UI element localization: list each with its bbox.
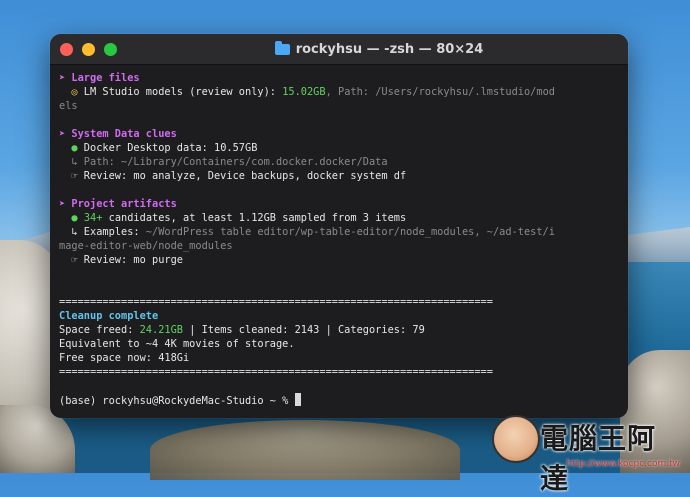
watermark-mascot-icon (492, 415, 540, 463)
terminal-line: ➤ Large files (59, 71, 628, 85)
terminal-text: ➤ Project artifacts (59, 198, 177, 210)
terminal-text: 34+ (83, 212, 103, 224)
terminal-text: Cleanup complete (59, 310, 159, 322)
window-controls (60, 43, 117, 56)
terminal-line: ========================================… (59, 365, 628, 379)
minimize-button[interactable] (82, 43, 95, 56)
watermark: 電腦王阿達 http://www.kocpc.com.tw (492, 409, 682, 495)
terminal-text: ~/WordPress table editor/wp-table-editor… (145, 226, 555, 238)
folder-icon (274, 40, 290, 55)
terminal-line: Equivalent to ~4 4K movies of storage. (59, 337, 628, 351)
close-button[interactable] (60, 43, 73, 56)
terminal-line: ☞ Review: mo analyze, Device backups, do… (59, 169, 628, 183)
terminal-text: ========================================… (59, 366, 493, 378)
terminal-output[interactable]: ➤ Large files ◎ LM Studio models (review… (50, 65, 628, 407)
terminal-line: ● Docker Desktop data: 10.57GB (59, 141, 628, 155)
terminal-text: 24.21GB (139, 324, 183, 336)
terminal-line: Free space now: 418Gi (59, 351, 628, 365)
terminal-line: mage-editor-web/node_modules (59, 239, 628, 253)
terminal-text: ➤ Large files (59, 72, 140, 84)
watermark-url: http://www.kocpc.com.tw (566, 459, 680, 469)
terminal-text: LM Studio models (review only): (77, 86, 283, 98)
watermark-text: 電腦王阿達 (540, 422, 657, 495)
terminal-text: | Items cleaned: 2143 | Categories: 79 (183, 324, 425, 336)
terminal-line: ☞ Review: mo purge (59, 253, 628, 267)
terminal-text: candidates, at least 1.12GB sampled from… (102, 212, 407, 224)
terminal-text: Free space now: 418Gi (59, 352, 190, 364)
text-cursor[interactable] (294, 393, 301, 406)
terminal-text: ☞ Review: mo purge (59, 254, 183, 266)
terminal-text: ↳ Examples: (59, 226, 146, 238)
terminal-line: ========================================… (59, 295, 628, 309)
terminal-window[interactable]: rockyhsu — -zsh — 80×24 ➤ Large files ◎ … (50, 34, 628, 418)
title-bar[interactable]: rockyhsu — -zsh — 80×24 (50, 34, 628, 65)
terminal-text: mage-editor-web/node_modules (59, 240, 233, 252)
maximize-button[interactable] (104, 43, 117, 56)
terminal-text: Space freed: (59, 324, 140, 336)
terminal-text: 15.02GB (282, 86, 326, 98)
terminal-line: ◎ LM Studio models (review only): 15.02G… (59, 85, 628, 99)
terminal-text: ========================================… (59, 296, 493, 308)
prompt-line: (base) rockyhsu@RockydeMac-Studio ~ % (59, 393, 628, 407)
background-rock-middle (150, 420, 460, 480)
terminal-line: ➤ System Data clues (59, 127, 628, 141)
terminal-text: ➤ System Data clues (59, 128, 177, 140)
terminal-text: els (59, 100, 78, 112)
terminal-text: , Path: /Users/rockyhsu/.lmstudio/mod (325, 86, 555, 98)
terminal-text: ↳ Path: ~/Library/Containers/com.docker.… (59, 156, 388, 168)
terminal-line: ↳ Examples: ~/WordPress table editor/wp-… (59, 225, 628, 239)
window-title: rockyhsu — -zsh — 80×24 (130, 34, 628, 64)
terminal-line: Cleanup complete (59, 309, 628, 323)
terminal-line: ➤ Project artifacts (59, 197, 628, 211)
terminal-text: (base) rockyhsu@RockydeMac-Studio ~ % (59, 395, 295, 407)
terminal-line: ↳ Path: ~/Library/Containers/com.docker.… (59, 155, 628, 169)
window-title-text: rockyhsu — -zsh — 80×24 (295, 41, 484, 57)
terminal-line: els (59, 99, 628, 113)
terminal-text: ☞ Review: mo analyze, Device backups, do… (59, 170, 407, 182)
terminal-line: Space freed: 24.21GB | Items cleaned: 21… (59, 323, 628, 337)
terminal-text: Docker Desktop data: 10.57GB (77, 142, 258, 154)
terminal-text: Equivalent to ~4 4K movies of storage. (59, 338, 295, 350)
terminal-line: ● 34+ candidates, at least 1.12GB sample… (59, 211, 628, 225)
